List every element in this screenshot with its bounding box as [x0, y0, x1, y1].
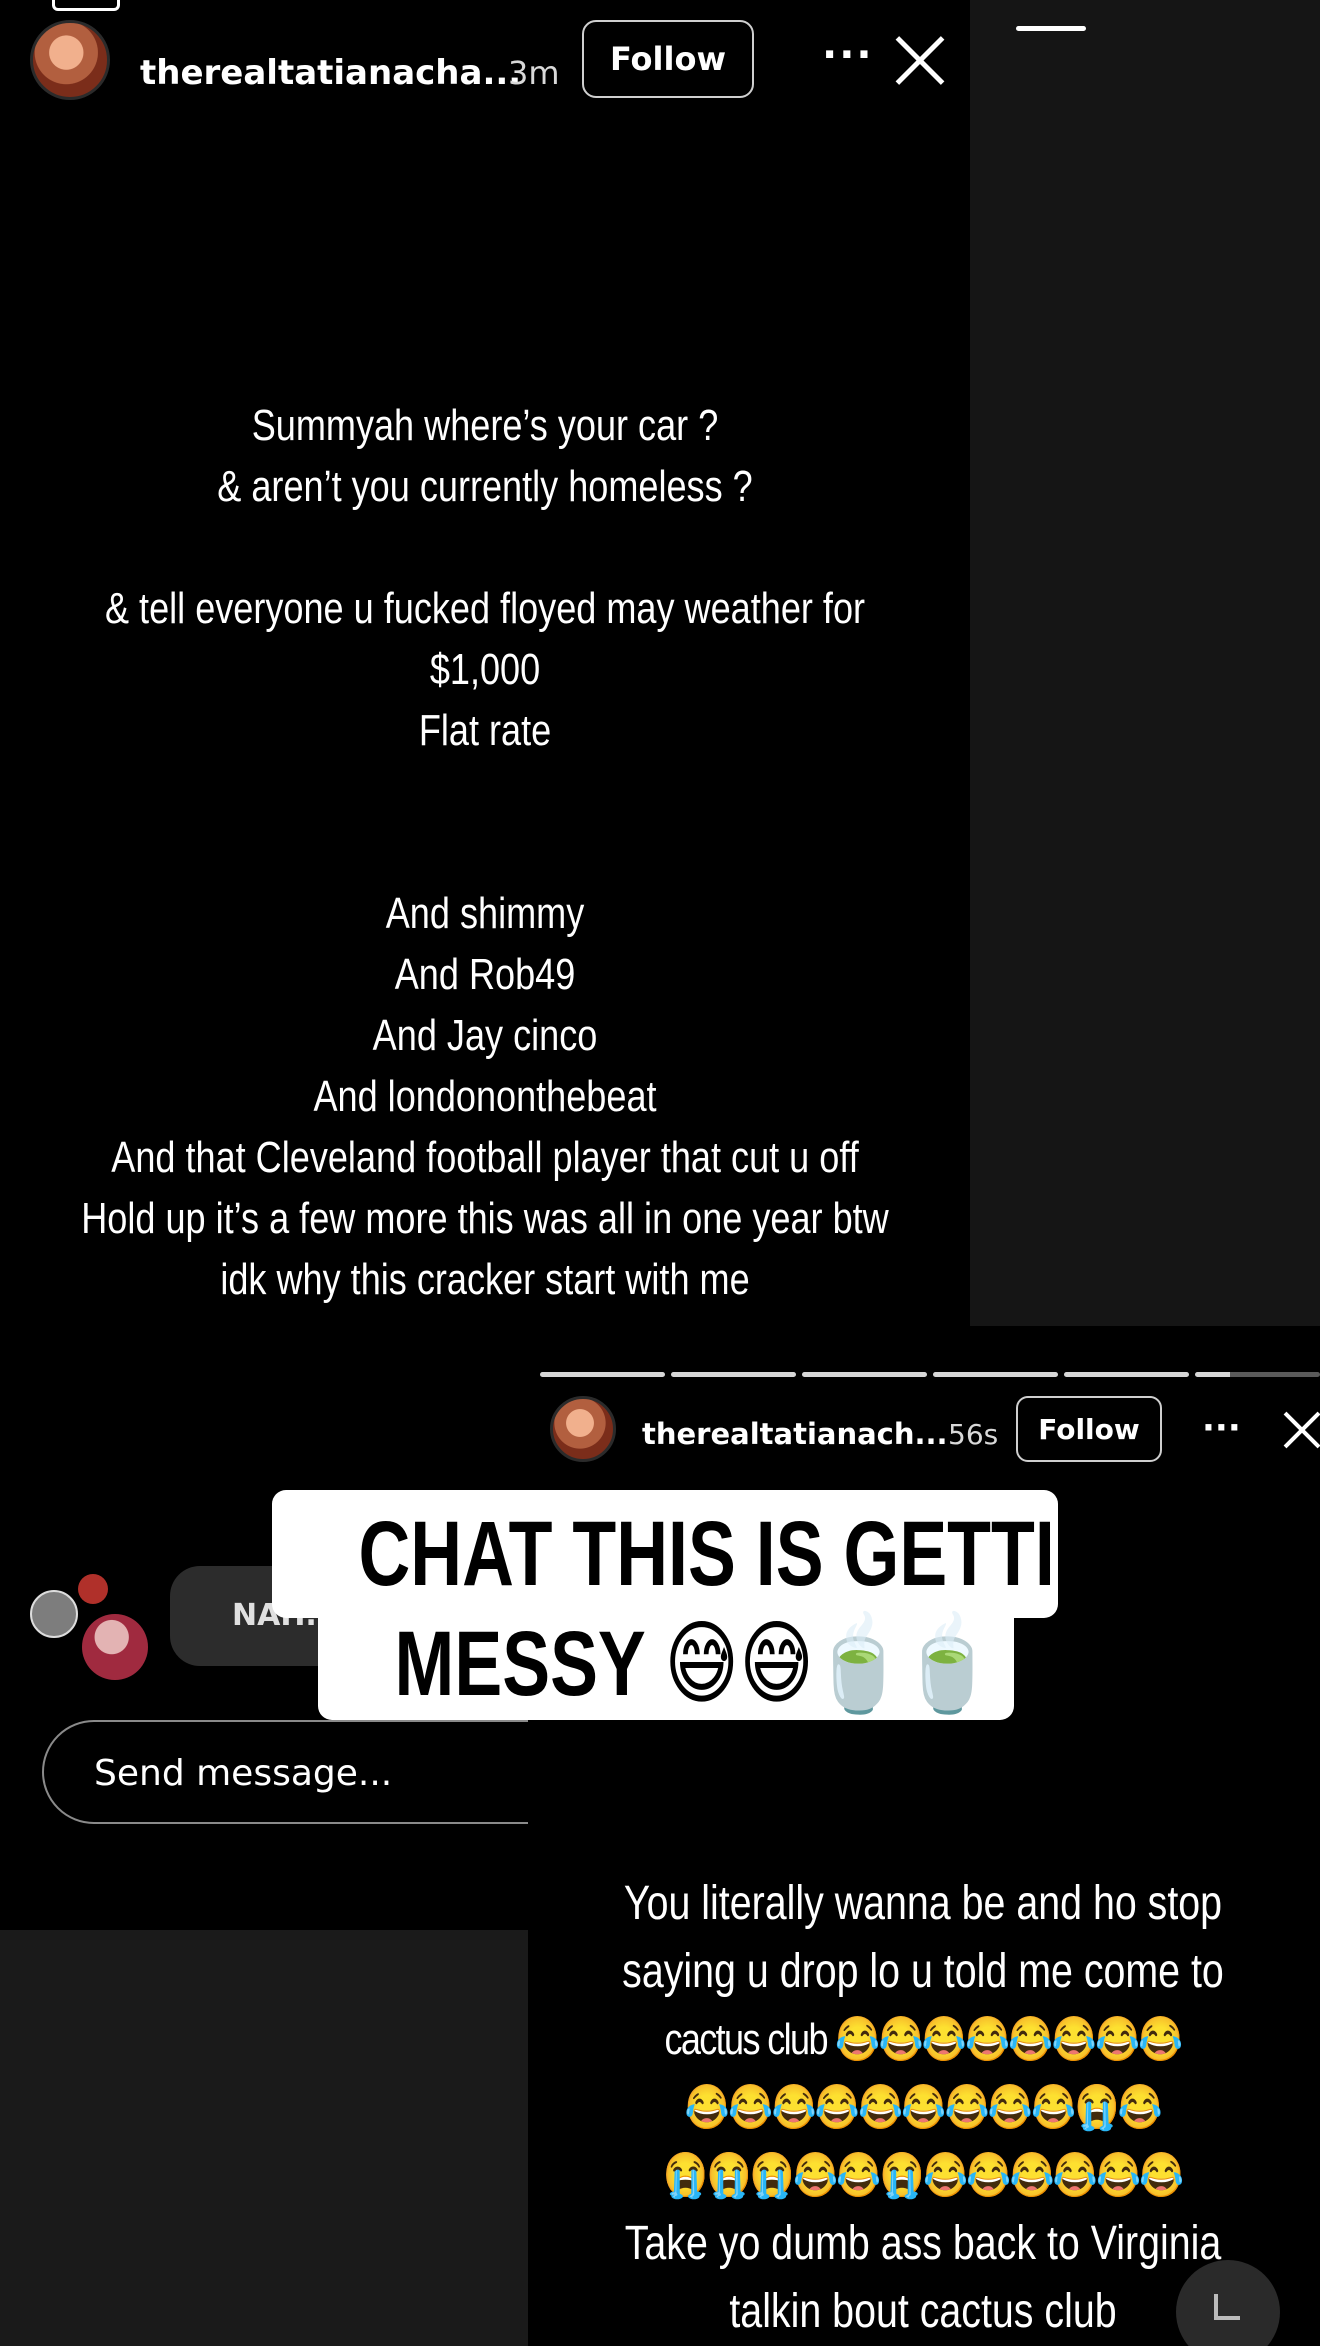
story-header: therealtatianacha... 3m Follow ···: [30, 20, 960, 100]
text-line: And that Cleveland football player that …: [111, 1133, 859, 1182]
send-message-placeholder: Send message...: [94, 1753, 393, 1794]
profile-avatar[interactable]: [550, 1396, 616, 1462]
caption-line-2: MESSY 😅😅🍵🍵: [318, 1600, 1014, 1720]
text-line: And Jay cinco: [372, 1011, 598, 1060]
text-line: [55, 822, 916, 883]
progress-segment: [802, 1372, 927, 1377]
text-line: And Rob49: [394, 950, 576, 999]
progress-segment: [540, 1372, 665, 1377]
text-line: And londononthebeat: [313, 1072, 657, 1121]
avatar: [30, 1590, 78, 1638]
text-line: 😭😭😭😂😂😭😂😂😂😂😂😂: [663, 2151, 1184, 2200]
follow-button[interactable]: Follow: [582, 20, 754, 98]
text-line: [55, 517, 916, 578]
avatar: [78, 1574, 108, 1604]
viewer-avatars[interactable]: [30, 1574, 150, 1680]
post-time: 56s: [948, 1418, 999, 1451]
avatar: [82, 1614, 148, 1680]
story-text: You literally wanna be and ho stop sayin…: [566, 1870, 1279, 2346]
background-panel-bottom: [0, 1930, 530, 2346]
text-line: [55, 761, 916, 822]
progress-indicator: [1016, 26, 1086, 31]
text-line: You literally wanna be and ho stop: [623, 1877, 1223, 1930]
username[interactable]: therealtatianach...: [642, 1420, 948, 1449]
story-screenshot-2: therealtatianach... 56s Follow ··· You l…: [528, 1326, 1320, 2346]
text-line: cactus club 😂😂😂😂😂😂😂😂: [664, 2015, 1183, 2064]
text-line: & aren’t you currently homeless ?: [217, 462, 753, 511]
text-line: idk why this cracker start with me: [220, 1255, 750, 1304]
text-line: Summyah where’s your car ?: [251, 401, 719, 450]
progress-segment: [671, 1372, 796, 1377]
text-line: talkin bout cactus club: [729, 2285, 1117, 2338]
username[interactable]: therealtatianacha...: [140, 56, 521, 90]
follow-button[interactable]: Follow: [1016, 1396, 1162, 1462]
caption-text: MESSY 😅😅🍵🍵: [394, 1613, 993, 1715]
background-panel: [970, 0, 1320, 1330]
text-line: Hold up it’s a few more this was all in …: [81, 1194, 889, 1243]
text-line: $1,000: [429, 645, 541, 694]
text-line: Flat rate: [418, 706, 552, 755]
post-time: 3m: [508, 54, 560, 92]
text-line: 😂😂😂😂😂😂😂😂😂😭😂: [684, 2083, 1163, 2132]
profile-avatar[interactable]: [30, 20, 110, 100]
top-tab-indicator: [52, 0, 120, 11]
text-line: & tell everyone u fucked floyed may weat…: [104, 584, 866, 633]
progress-segment: [1195, 1372, 1320, 1377]
close-icon[interactable]: [892, 32, 948, 88]
caption-line-1: CHAT THIS IS GETTING: [272, 1490, 1163, 1618]
text-line: And shimmy: [385, 889, 585, 938]
more-options-icon[interactable]: ···: [822, 32, 874, 78]
caption-text: CHAT THIS IS GETTING: [358, 1503, 1163, 1605]
progress-segment: [933, 1372, 1058, 1377]
more-options-icon[interactable]: ···: [1202, 1408, 1241, 1448]
story-text: Summyah where’s your car ? & aren’t you …: [55, 395, 916, 1310]
text-line: saying u drop lo u told me come to: [622, 1945, 1224, 1998]
progress-segment: [1064, 1372, 1189, 1377]
story-progress-bar: [540, 1372, 1320, 1377]
close-icon[interactable]: [1282, 1410, 1320, 1450]
text-line: Take yo dumb ass back to Virginia: [624, 2217, 1222, 2270]
story-header: therealtatianach... 56s Follow ···: [550, 1396, 1320, 1468]
